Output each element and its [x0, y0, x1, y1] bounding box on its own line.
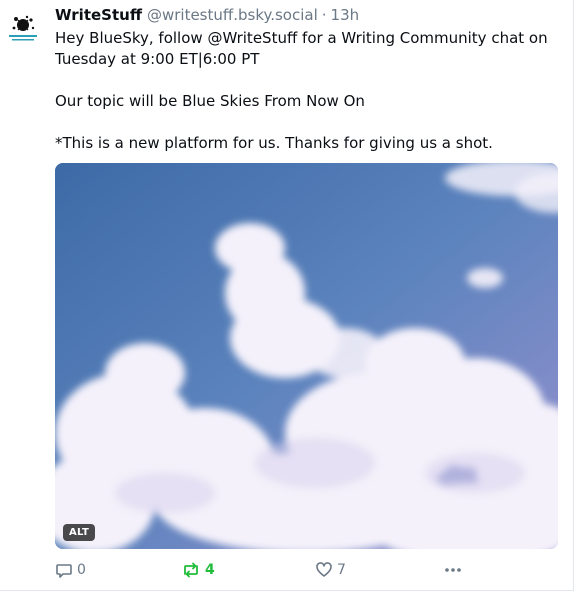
like-count: 7 — [337, 562, 346, 578]
repost-count: 4 — [205, 562, 215, 578]
clouds-image — [55, 163, 558, 549]
post-image[interactable]: ALT — [55, 163, 558, 549]
author-handle[interactable]: @writestuff.bsky.social — [147, 6, 318, 24]
post-actions: 0 4 7 — [55, 561, 475, 581]
post-time[interactable]: 13h — [331, 6, 360, 24]
author-name[interactable]: WriteStuff — [55, 6, 142, 24]
post-text-line: Our topic will be Blue Skies From Now On — [55, 92, 365, 110]
comment-icon — [56, 564, 72, 578]
more-dots-icon — [445, 568, 461, 572]
post-header: WriteStuff @writestuff.bsky.social · 13h — [55, 6, 359, 26]
alt-text-badge[interactable]: ALT — [63, 524, 96, 541]
reply-count: 0 — [77, 562, 86, 578]
post-text-line: *This is a new platform for us. Thanks f… — [55, 134, 493, 152]
ink-splat-logo-icon — [3, 8, 43, 48]
post-text-line: Hey BlueSky, follow @WriteStuff for a Wr… — [55, 29, 548, 68]
more-options-button[interactable] — [443, 561, 467, 579]
repost-button[interactable]: 4 — [181, 561, 215, 579]
like-button[interactable]: 7 — [315, 561, 346, 579]
repost-icon — [184, 562, 198, 578]
post[interactable]: WriteStuff @writestuff.bsky.social · 13h… — [0, 0, 574, 591]
post-text: Hey BlueSky, follow @WriteStuff for a Wr… — [55, 28, 560, 154]
reply-button[interactable]: 0 — [55, 561, 86, 579]
author-avatar[interactable] — [3, 8, 43, 48]
header-separator: · — [321, 6, 327, 24]
heart-icon — [316, 562, 332, 577]
